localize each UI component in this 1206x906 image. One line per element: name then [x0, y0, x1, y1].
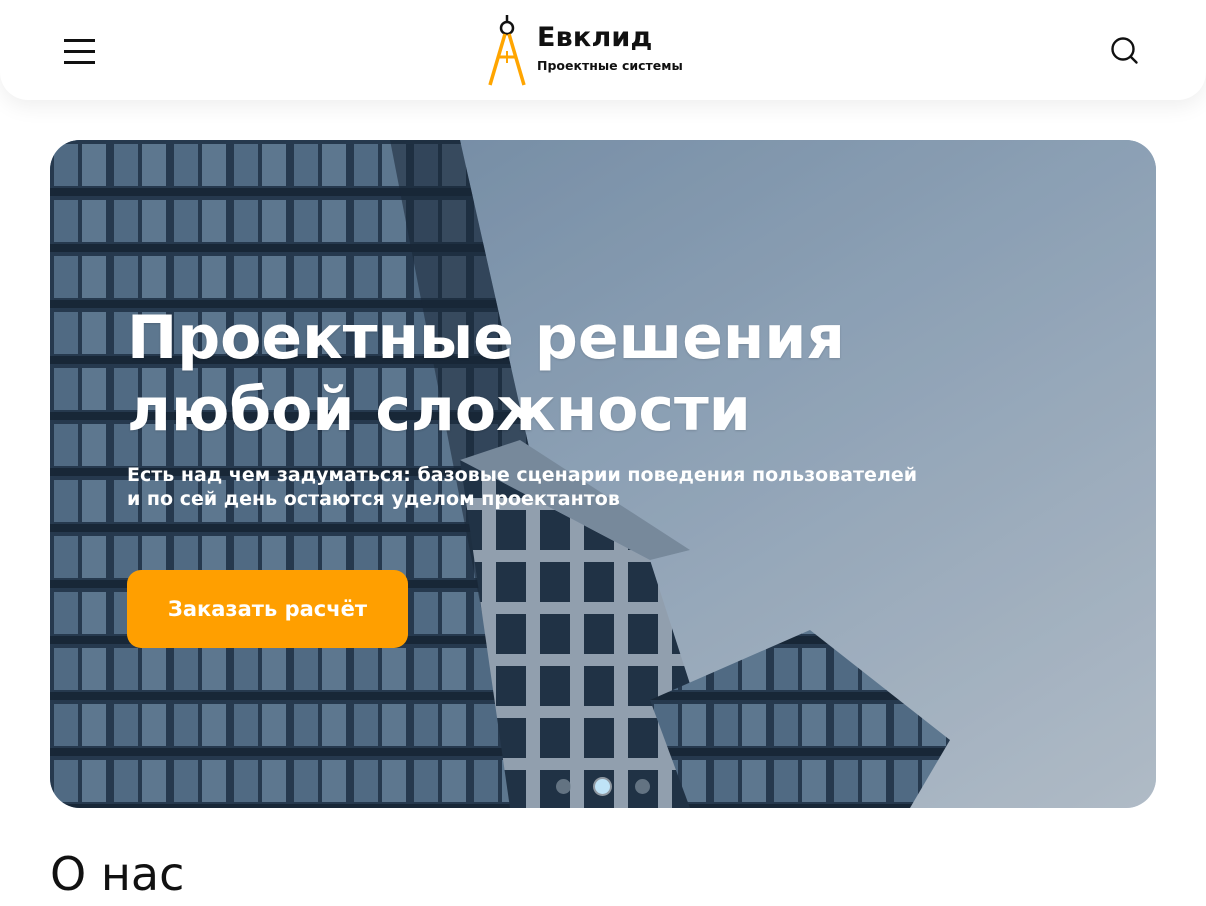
hero-subtitle-line-1: Есть над чем задуматься: базовые сценари… — [127, 464, 918, 486]
about-heading: О нас — [50, 847, 185, 901]
hero-slider: Проектные решения любой сложности Есть н… — [50, 140, 1156, 808]
logo-title: Евклид — [537, 22, 653, 53]
logo-subtitle: Проектные системы — [537, 58, 683, 73]
hero-subtitle-line-2: и по сей день остаются уделом проектанто… — [127, 488, 620, 510]
hero-title: Проектные решения любой сложности — [127, 302, 845, 446]
compass-icon — [488, 15, 526, 86]
slider-dot-3[interactable] — [635, 779, 650, 794]
search-icon[interactable] — [1108, 34, 1140, 66]
slider-dot-2[interactable] — [595, 779, 610, 794]
hero-subtitle: Есть над чем задуматься: базовые сценари… — [127, 463, 947, 511]
hamburger-menu-icon[interactable] — [64, 39, 95, 65]
slider-dot-1[interactable] — [556, 779, 571, 794]
logo[interactable]: Евклид Проектные системы — [484, 13, 716, 89]
site-header: Евклид Проектные системы — [0, 0, 1206, 100]
hero-title-line-1: Проектные решения — [127, 303, 845, 373]
hero-title-line-2: любой сложности — [127, 375, 751, 445]
order-calculation-button[interactable]: Заказать расчёт — [127, 570, 408, 648]
